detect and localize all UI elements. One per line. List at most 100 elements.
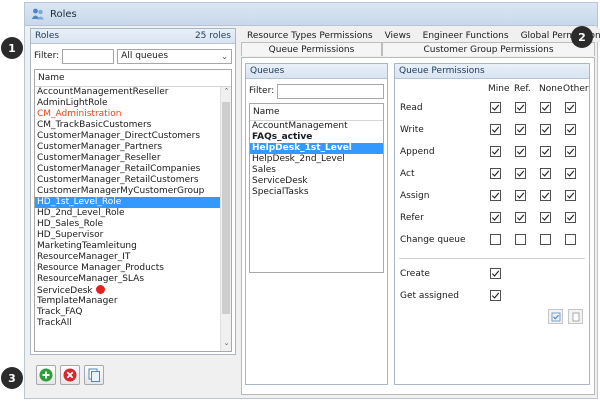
role-list-item[interactable]: AccountManagementReseller — [35, 87, 221, 98]
role-list-item[interactable]: CustomerManager_Partners — [35, 142, 221, 153]
roles-scrollbar[interactable]: ⌃ ⌄ — [220, 87, 231, 351]
queues-filter-row: Filter: — [246, 79, 387, 103]
permission-label: Assign — [400, 191, 430, 201]
queues-filter-label: Filter: — [249, 86, 275, 96]
permission-checkbox[interactable] — [515, 234, 526, 245]
queue-list-item[interactable]: HelpDesk_2nd_Level — [250, 154, 383, 165]
permission-checkbox[interactable] — [565, 212, 576, 223]
queue-list-item[interactable]: Sales — [250, 165, 383, 176]
permission-checkbox[interactable] — [490, 234, 501, 245]
badge-1: 1 — [1, 37, 23, 59]
queues-filter-input[interactable] — [277, 83, 384, 99]
permission-checkbox[interactable] — [540, 212, 551, 223]
role-list-item[interactable]: ResourceManager_IT — [35, 252, 221, 263]
permission-checkbox[interactable] — [540, 146, 551, 157]
tab-engineer-functions[interactable]: Engineer Functions — [416, 28, 515, 42]
tab-views[interactable]: Views — [378, 28, 417, 42]
add-icon — [39, 368, 53, 382]
permission-checkbox[interactable] — [515, 168, 526, 179]
permission-checkbox[interactable] — [565, 168, 576, 179]
permission-checkbox[interactable] — [490, 290, 501, 301]
role-list-item[interactable]: HD_Sales_Role — [35, 219, 221, 230]
reset-icon-button[interactable] — [568, 309, 583, 324]
tab-row-top: Resource Types Permissions Views Enginee… — [241, 28, 600, 42]
permission-checkbox[interactable] — [540, 168, 551, 179]
permission-checkbox[interactable] — [515, 190, 526, 201]
permission-label: Append — [400, 147, 435, 157]
queue-list-item[interactable]: FAQs_active — [250, 132, 383, 143]
role-list-item[interactable]: CM_Administration — [35, 109, 221, 120]
extra-permission-row: Get assigned — [395, 288, 591, 304]
add-role-button[interactable] — [36, 365, 56, 385]
permission-checkbox[interactable] — [490, 212, 501, 223]
permission-checkbox[interactable] — [565, 102, 576, 113]
role-list-item[interactable]: HD_2nd_Level_Role — [35, 208, 221, 219]
permission-checkbox[interactable] — [515, 124, 526, 135]
permission-checkbox[interactable] — [515, 102, 526, 113]
queue-filter-select[interactable]: All queues ⌄ — [117, 48, 232, 64]
role-list-item[interactable]: CustomerManager_DirectCustomers — [35, 131, 221, 142]
roles-scroll-thumb[interactable] — [222, 102, 230, 314]
queue-list-item[interactable]: ServiceDesk — [250, 176, 383, 187]
role-list-item[interactable]: Resource Manager_Products — [35, 263, 221, 274]
permission-checkbox[interactable] — [515, 212, 526, 223]
title-bar: Roles — [25, 3, 597, 26]
role-list-item[interactable]: TemplateManager — [35, 296, 221, 307]
permission-checkbox[interactable] — [565, 190, 576, 201]
role-label: Resource Manager_Products — [37, 263, 164, 273]
role-list-item[interactable]: ResourceManager_SLAs — [35, 274, 221, 285]
permission-checkbox[interactable] — [540, 102, 551, 113]
permission-checkbox[interactable] — [565, 146, 576, 157]
permission-checkbox[interactable] — [540, 190, 551, 201]
apply-icon-button[interactable] — [548, 309, 563, 324]
permission-checkbox[interactable] — [515, 146, 526, 157]
queues-column-header[interactable]: Name — [250, 104, 383, 121]
roles-list[interactable]: Name AccountManagementReseller AdminLight… — [34, 69, 232, 352]
role-label: CustomerManager_RetailCustomers — [37, 175, 199, 185]
queue-list-item[interactable]: HelpDesk_1st_Level — [250, 143, 383, 154]
permission-checkbox[interactable] — [490, 268, 501, 279]
roles-panel: Roles 25 roles Filter: All queues ⌄ Name… — [30, 28, 236, 355]
queue-list-item[interactable]: SpecialTasks — [250, 187, 383, 198]
permission-checkbox[interactable] — [565, 234, 576, 245]
queue-items: AccountManagement FAQs_active HelpDesk_1st… — [250, 121, 383, 198]
scroll-down-icon[interactable]: ⌄ — [221, 339, 231, 351]
role-list-item[interactable]: MarketingTeamleitung — [35, 241, 221, 252]
roles-column-header[interactable]: Name — [35, 70, 231, 87]
role-list-item[interactable]: HD_1st_Level_Role — [35, 197, 221, 208]
permission-checkbox[interactable] — [490, 124, 501, 135]
permission-checkbox[interactable] — [565, 124, 576, 135]
roles-header-label: Roles — [35, 31, 60, 41]
permission-checkbox[interactable] — [540, 234, 551, 245]
role-list-item[interactable]: CustomerManager_RetailCustomers — [35, 175, 221, 186]
role-list-item[interactable]: CustomerManagerMyCustomerGroup — [35, 186, 221, 197]
role-list-item[interactable]: CustomerManager_RetailCompanies — [35, 164, 221, 175]
queues-panel: Queues Filter: Name AccountManagement FAQ… — [245, 63, 388, 385]
badge-3: 3 — [1, 367, 23, 389]
roles-panel-header: Roles 25 roles — [31, 29, 235, 44]
scroll-up-icon[interactable]: ⌃ — [221, 87, 231, 99]
role-list-item[interactable]: AdminLightRole — [35, 98, 221, 109]
queue-list-item[interactable]: AccountManagement — [250, 121, 383, 132]
role-list-item[interactable]: TrackAll — [35, 318, 221, 329]
delete-role-button[interactable] — [60, 365, 80, 385]
role-list-item[interactable]: ServiceDesk — [35, 285, 221, 296]
tab-queue-permissions[interactable]: Queue Permissions — [241, 42, 382, 56]
permission-row: Refer — [395, 210, 591, 226]
role-list-item[interactable]: Track_FAQ — [35, 307, 221, 318]
roles-filter-input[interactable] — [62, 48, 115, 64]
permission-checkbox[interactable] — [490, 102, 501, 113]
permission-checkbox[interactable] — [490, 190, 501, 201]
role-list-item[interactable]: HD_Supervisor — [35, 230, 221, 241]
permission-checkbox[interactable] — [490, 146, 501, 157]
copy-role-button[interactable] — [84, 365, 104, 385]
role-list-item[interactable]: CustomerManager_Reseller — [35, 153, 221, 164]
queues-list[interactable]: Name AccountManagement FAQs_active HelpDes… — [249, 103, 384, 273]
role-list-item[interactable]: CM_TrackBasicCustomers — [35, 120, 221, 131]
tab-resource-types-permissions[interactable]: Resource Types Permissions — [241, 28, 379, 42]
tab-row-bottom: Queue Permissions Customer Group Permiss… — [241, 42, 595, 56]
permission-row: Act — [395, 166, 591, 182]
permission-checkbox[interactable] — [540, 124, 551, 135]
tab-customer-group-permissions[interactable]: Customer Group Permissions — [382, 42, 595, 56]
permission-checkbox[interactable] — [490, 168, 501, 179]
